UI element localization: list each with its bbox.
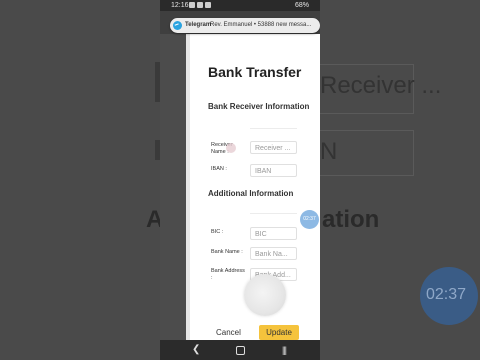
touch-indicator <box>226 143 236 153</box>
bank-address-label: Bank Address : <box>211 268 245 281</box>
touch-indicator-large <box>244 274 286 316</box>
home-icon[interactable] <box>236 346 245 355</box>
recents-icon[interactable]: ||| <box>282 345 287 355</box>
notification-app-name: Telegram <box>185 22 212 28</box>
bg-iban-text: N <box>320 138 338 165</box>
page-title: Bank Transfer <box>208 64 302 80</box>
notification-icon <box>205 2 211 8</box>
bg-receiver-placeholder: Receiver ... <box>320 72 442 99</box>
navigation-bar: ❮ ||| <box>160 340 320 360</box>
timer-badge: 02:37 <box>300 210 319 229</box>
receiver-section-heading: Bank Receiver Information <box>208 102 310 111</box>
dimmed-backdrop[interactable] <box>160 34 187 340</box>
status-bar: 12:16 68% <box>160 0 320 11</box>
status-battery: 68% <box>294 2 309 9</box>
receiver-name-input[interactable]: Receiver ... <box>250 141 297 154</box>
bic-input[interactable]: BIC <box>250 227 297 240</box>
notification-message: Rev. Emmanuel • 53888 new messa... <box>210 22 312 28</box>
telegram-icon <box>173 21 182 30</box>
notification-icon <box>189 2 195 8</box>
phone-screen: 12:16 68% Telegram Rev. Emmanuel • 53888… <box>160 0 320 360</box>
status-notification-icons <box>189 2 211 8</box>
bank-name-label: Bank Name : <box>211 249 243 255</box>
update-button[interactable]: Update <box>259 325 299 340</box>
field-divider <box>250 213 297 214</box>
iban-input[interactable]: IBAN <box>250 164 297 177</box>
bank-name-input[interactable]: Bank Na... <box>250 247 297 260</box>
bg-section-fragment-b: ation <box>322 206 380 233</box>
additional-section-heading: Additional Information <box>208 189 294 198</box>
bg-timer-text: 02:37 <box>426 286 467 303</box>
notification-icon <box>197 2 203 8</box>
back-icon[interactable]: ❮ <box>192 345 200 355</box>
cancel-button[interactable]: Cancel <box>216 328 241 337</box>
status-time: 12:16 <box>171 2 189 9</box>
telegram-notification[interactable]: Telegram Rev. Emmanuel • 53888 new messa… <box>170 18 320 33</box>
iban-label: IBAN : <box>211 166 227 172</box>
bic-label: BIC : <box>211 229 224 235</box>
field-divider <box>250 128 297 129</box>
